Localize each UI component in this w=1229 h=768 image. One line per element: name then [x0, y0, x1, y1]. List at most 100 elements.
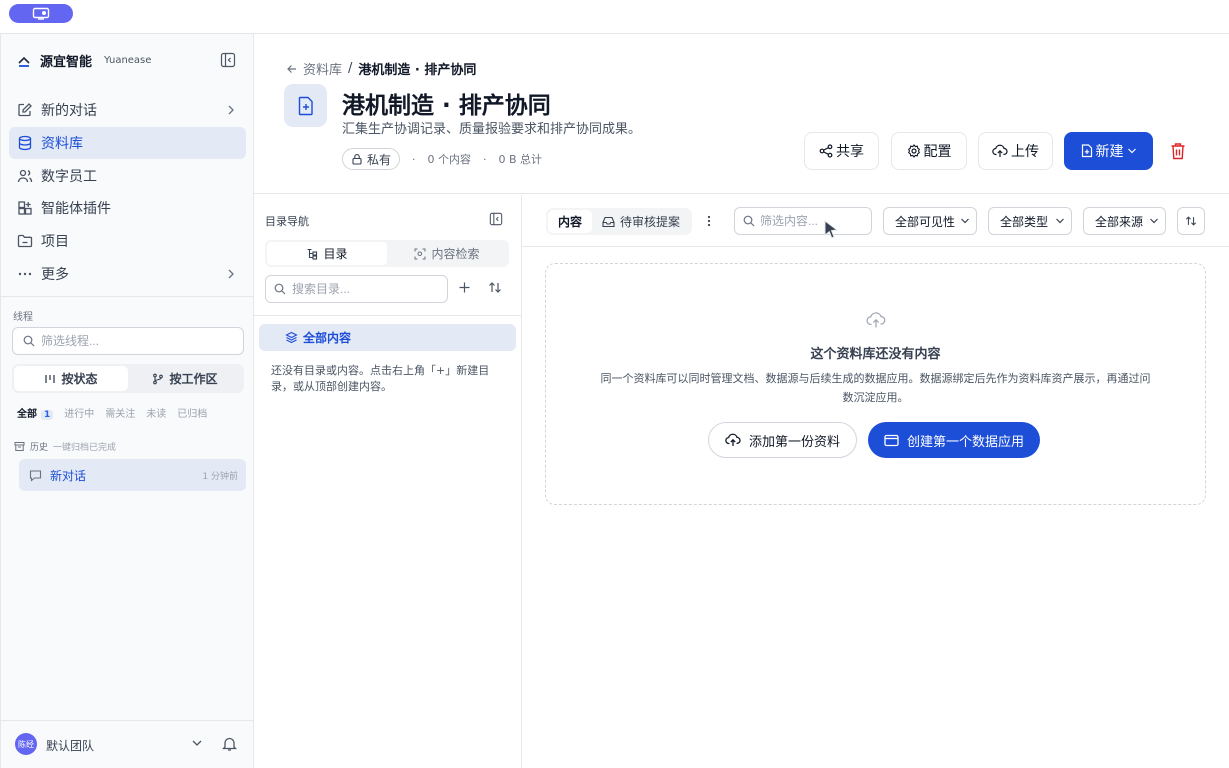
brand[interactable]: 源宜智能 Yuanease: [17, 51, 151, 70]
team-switch-button[interactable]: [191, 738, 203, 748]
config-button[interactable]: 配置: [891, 132, 967, 170]
breadcrumb: 资料库 / 港机制造 · 排产协同: [286, 59, 476, 78]
directory-title: 目录导航: [265, 215, 309, 228]
status-tab-in-progress[interactable]: 进行中: [64, 405, 94, 420]
sidebar-item-more[interactable]: 更多: [9, 258, 246, 290]
status-tab-unread[interactable]: 未读: [146, 405, 166, 420]
sidebar-item-digital-staff[interactable]: 数字员工: [9, 160, 246, 192]
directory-collapse-button[interactable]: [489, 212, 503, 226]
sidebar-item-library[interactable]: 资料库: [9, 126, 246, 159]
bell-icon: [222, 737, 237, 751]
search-icon: [23, 335, 35, 347]
new-button[interactable]: 新建: [1064, 132, 1153, 170]
content-filter-field[interactable]: [734, 207, 872, 235]
directory-search-input[interactable]: [292, 282, 440, 296]
sidebar-nav: 新的对话 资料库 数字员工 智能体插件 项目 更多: [9, 94, 246, 291]
avatar[interactable]: 陈经: [15, 733, 37, 755]
brand-subtitle: Yuanease: [104, 55, 152, 66]
add-directory-button[interactable]: [458, 281, 471, 294]
empty-state-actions: 添加第一份资料 创建第一个数据应用: [708, 422, 1041, 458]
brand-name: 源宜智能: [40, 55, 93, 70]
empty-state-card: 这个资料库还没有内容 同一个资料库可以同时管理文档、数据源与后续生成的数据应用。…: [545, 263, 1206, 505]
tab-content[interactable]: 内容: [548, 210, 593, 233]
chevron-down-icon: [1056, 218, 1064, 224]
breadcrumb-parent: 资料库: [303, 63, 343, 78]
arrow-left-icon: [287, 64, 296, 73]
type-select-value: 全部类型: [1000, 214, 1049, 229]
team-name[interactable]: 默认团队: [46, 737, 94, 754]
cursor-arrow-icon: [824, 220, 839, 239]
file-plus-icon: [1081, 144, 1092, 158]
directory-search-field[interactable]: [265, 275, 448, 303]
gear-icon: [907, 144, 920, 158]
sidebar: 源宜智能 Yuanease 新的对话 资料库 数字员工 智能体插件 项目 更多: [0, 34, 254, 768]
share-icon: [819, 144, 833, 158]
thread-filter-field[interactable]: [12, 327, 244, 355]
edit-icon: [18, 103, 32, 117]
plus-icon: [459, 282, 470, 293]
add-first-document-label: 添加第一份资料: [749, 434, 841, 450]
status-tab-all[interactable]: 全部 1: [17, 405, 54, 420]
type-select[interactable]: 全部类型: [988, 207, 1072, 235]
app-window-icon: [884, 434, 899, 446]
users-icon: [17, 169, 33, 182]
app-switcher-pill[interactable]: [9, 4, 73, 23]
group-by-status-label: 按状态: [61, 372, 98, 386]
layers-icon: [285, 331, 298, 344]
sidebar-item-agent-plugins[interactable]: 智能体插件: [9, 192, 246, 224]
group-by-workspace-button[interactable]: 按工作区: [128, 366, 242, 391]
status-tab-archived[interactable]: 已归档: [177, 405, 207, 420]
tab-directory-tree[interactable]: 目录: [267, 242, 387, 265]
thread-filter-input[interactable]: [41, 334, 231, 348]
database-icon: [18, 135, 32, 150]
add-first-document-button[interactable]: 添加第一份资料: [708, 422, 858, 458]
upload-label: 上传: [1011, 144, 1039, 160]
sidebar-item-label: 更多: [41, 266, 69, 283]
chat-bubble-icon: [29, 469, 42, 482]
threads-section-title: 线程: [13, 312, 33, 323]
breadcrumb-back-link[interactable]: 资料库: [286, 59, 342, 78]
directory-sort-button[interactable]: [488, 281, 502, 294]
folder-icon: [17, 235, 33, 248]
share-button[interactable]: 共享: [804, 132, 879, 170]
tree-icon: [307, 248, 318, 260]
file-plus-icon: [298, 96, 313, 115]
chevron-right-icon: [228, 269, 234, 279]
status-columns-icon: [45, 374, 56, 383]
status-tab-needs-attention[interactable]: 需关注: [105, 405, 135, 420]
source-select[interactable]: 全部来源: [1083, 207, 1166, 235]
content-sort-button[interactable]: [1177, 207, 1205, 235]
sidebar-item-new-chat[interactable]: 新的对话: [9, 94, 246, 126]
meta-dot: ·: [483, 152, 487, 166]
chevron-down-icon: [1127, 148, 1136, 154]
thread-status-tabs: 全部 1 进行中 需关注 未读 已归档: [17, 405, 207, 420]
delete-library-button[interactable]: [1170, 142, 1186, 160]
thread-name: 新对话: [50, 468, 87, 483]
branch-icon: [153, 373, 164, 384]
upload-button[interactable]: 上传: [978, 132, 1053, 170]
privacy-badge[interactable]: 私有: [342, 148, 401, 170]
more-options-button[interactable]: [706, 214, 712, 228]
directory-divider: [254, 315, 521, 316]
notifications-button[interactable]: [222, 736, 237, 752]
create-first-data-app-button[interactable]: 创建第一个数据应用: [868, 422, 1041, 458]
breadcrumb-separator: /: [348, 61, 353, 76]
sidebar-item-projects[interactable]: 项目: [9, 225, 246, 257]
sidebar-collapse-button[interactable]: [220, 52, 236, 68]
group-by-status-button[interactable]: 按状态: [14, 366, 128, 391]
visibility-select[interactable]: 全部可见性: [883, 207, 977, 235]
library-icon: [284, 84, 327, 127]
tab-pending-proposals[interactable]: 待审核提案: [592, 210, 690, 233]
tab-content-search[interactable]: 内容检索: [387, 242, 507, 265]
search-icon: [274, 283, 286, 295]
archive-completed-link[interactable]: 一键归档已完成: [53, 440, 116, 453]
trash-icon: [1171, 143, 1185, 160]
thread-item[interactable]: 新对话 1 分钟前: [19, 459, 246, 491]
sort-icon: [1185, 216, 1197, 226]
sidebar-item-label: 新的对话: [41, 103, 97, 119]
panel-collapse-icon: [489, 212, 503, 226]
all-content-item[interactable]: 全部内容: [259, 324, 516, 351]
status-tab-label: 全部: [17, 409, 37, 420]
page-description: 汇集生产协调记录、质量报验要求和排产协同成果。: [342, 122, 642, 137]
content-filter-input[interactable]: [760, 214, 865, 228]
